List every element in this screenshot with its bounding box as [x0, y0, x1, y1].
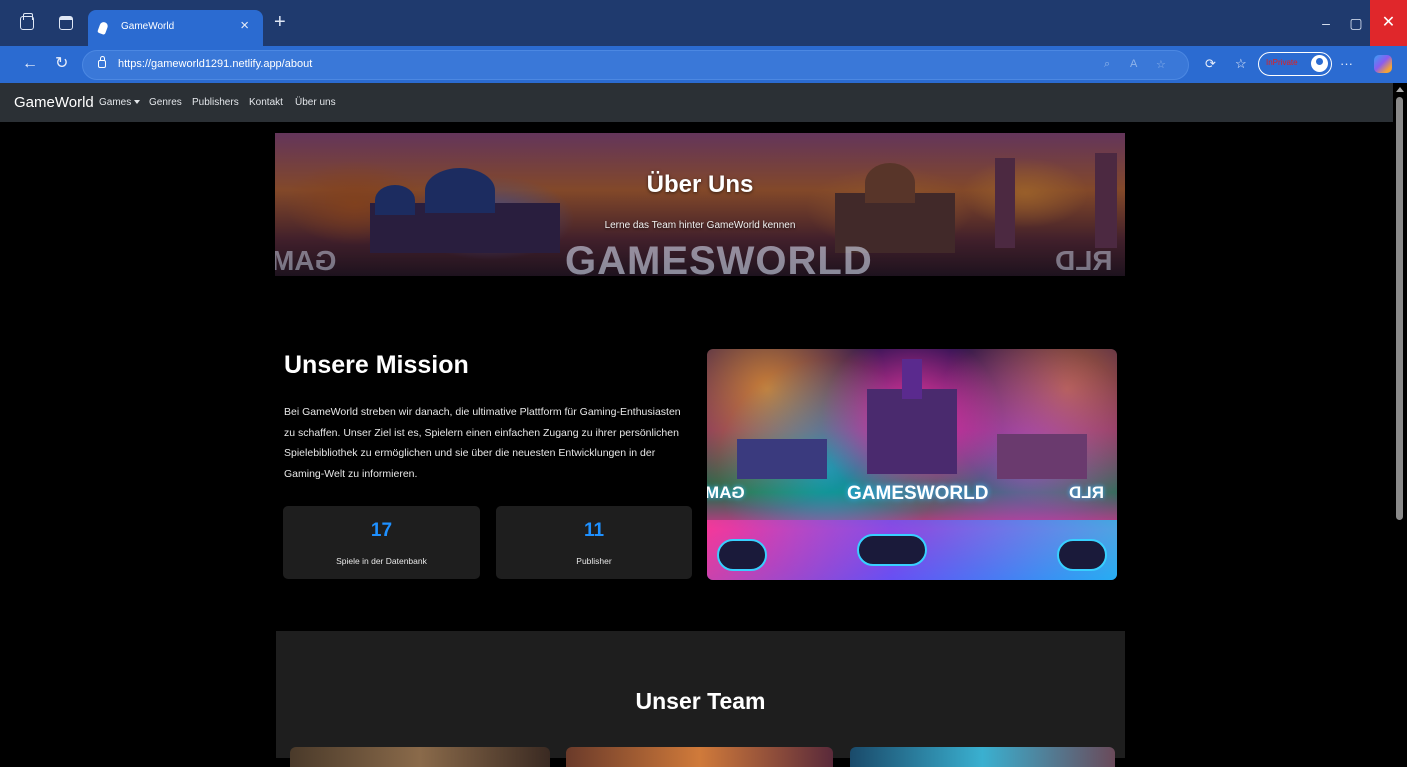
workspaces-icon[interactable]: [59, 16, 73, 30]
read-aloud-icon[interactable]: A: [1130, 58, 1137, 70]
art-castle-shape: [867, 389, 957, 474]
mission-text: Bei GameWorld streben wir danach, die ul…: [284, 406, 681, 480]
browser-tab-active[interactable]: GameWorld ×: [88, 10, 263, 46]
site-navbar: GameWorld Games Genres Publishers Kontak…: [0, 83, 1393, 122]
close-window-button[interactable]: ✕: [1370, 0, 1407, 46]
page-scrollbar[interactable]: [1393, 83, 1407, 758]
team-card[interactable]: [566, 747, 833, 767]
site-favicon-icon: [97, 20, 109, 36]
mission-heading: Unsere Mission: [284, 351, 469, 379]
nav-publishers[interactable]: Publishers: [192, 97, 239, 108]
tab-close-icon[interactable]: ×: [240, 17, 249, 35]
profile-button[interactable]: InPrivate: [1258, 52, 1332, 76]
favorite-star-icon[interactable]: ☆: [1156, 58, 1166, 71]
team-section: Unser Team: [276, 631, 1125, 767]
team-heading: Unser Team: [635, 688, 766, 714]
art-castle-shape: [737, 439, 827, 479]
page-subtitle: Lerne das Team hinter GameWorld kennen: [604, 220, 796, 231]
caret-down-icon: [134, 100, 141, 105]
page-title: Über Uns: [646, 171, 754, 198]
back-icon[interactable]: ←: [22, 54, 38, 74]
browser-tab-strip: GameWorld × + – ▢ ✕: [0, 0, 1407, 46]
tab-title: GameWorld: [121, 21, 175, 32]
scroll-up-icon[interactable]: [1396, 87, 1404, 92]
nav-games-label: Games: [99, 97, 132, 108]
gamepad-shape: [1057, 539, 1107, 571]
more-icon[interactable]: ···: [1340, 56, 1353, 72]
art-logo-mirrored: RLD: [1069, 483, 1104, 502]
stat-label: Publisher: [576, 556, 612, 566]
stat-value: 11: [583, 520, 605, 541]
copilot-icon[interactable]: [1374, 55, 1392, 73]
mission-image: GAM GAMESWORLD RLD: [707, 349, 1117, 580]
hero-banner: GAM GAMESWORLD RLD Über Uns Lerne das Te…: [275, 133, 1125, 276]
browser-toolbar: ← ↻ https://gameworld1291.netlify.app/ab…: [0, 46, 1407, 83]
reload-icon[interactable]: ↻: [55, 54, 68, 74]
team-card[interactable]: [290, 747, 550, 767]
hero-logo-mirrored: RLD: [1055, 245, 1113, 276]
tab-actions-icon[interactable]: [20, 13, 34, 30]
hero-logo: GAMESWORLD: [565, 239, 873, 276]
zoom-icon[interactable]: ⌕: [1104, 58, 1110, 71]
url-text[interactable]: https://gameworld1291.netlify.app/about: [118, 58, 312, 70]
site-brand[interactable]: GameWorld: [14, 94, 94, 111]
new-tab-button[interactable]: +: [274, 12, 286, 32]
nav-games-dropdown[interactable]: Games: [99, 97, 141, 108]
nav-about[interactable]: Über uns: [295, 97, 336, 108]
stat-card-games: 17 Spiele in der Datenbank: [283, 506, 480, 579]
art-tower-shape: [902, 359, 922, 399]
address-bar[interactable]: https://gameworld1291.netlify.app/about …: [82, 50, 1189, 80]
nav-genres[interactable]: Genres: [149, 97, 182, 108]
gamepad-shape: [857, 534, 927, 566]
profile-label: InPrivate: [1266, 58, 1298, 67]
art-logo-mirrored: GAM: [707, 483, 745, 502]
extensions-icon[interactable]: ⟳: [1205, 56, 1216, 72]
favorites-icon[interactable]: ☆: [1235, 56, 1247, 72]
hero-logo-mirrored: GAM: [275, 245, 337, 276]
nav-contact[interactable]: Kontakt: [249, 97, 283, 108]
stat-card-publishers: 11 Publisher: [496, 506, 692, 579]
profile-icon: [1311, 55, 1328, 72]
art-castle-shape: [997, 434, 1087, 479]
lock-icon[interactable]: [98, 56, 106, 68]
stat-value: 17: [370, 520, 393, 541]
team-card[interactable]: [850, 747, 1115, 767]
gamepad-shape: [717, 539, 767, 571]
minimize-button[interactable]: –: [1311, 0, 1341, 46]
stat-label: Spiele in der Datenbank: [336, 556, 427, 566]
art-logo: GAMESWORLD: [847, 483, 989, 504]
scrollbar-thumb[interactable]: [1396, 97, 1403, 520]
maximize-button[interactable]: ▢: [1341, 0, 1371, 46]
